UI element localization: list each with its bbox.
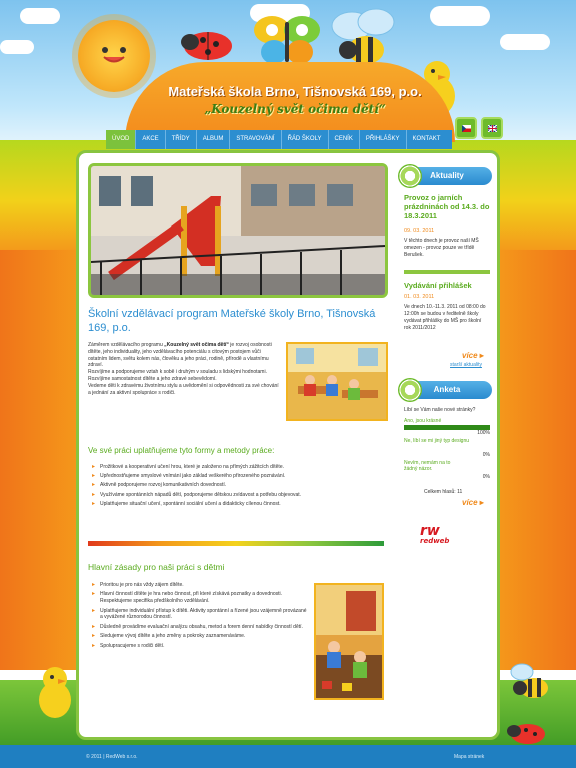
nav-item-rad-skoly[interactable]: ŘÁD ŠKOLY bbox=[282, 130, 329, 149]
news-heading: Aktuality bbox=[398, 164, 492, 188]
flag-cz-icon bbox=[462, 125, 471, 132]
news-separator bbox=[404, 270, 490, 274]
news-heading-label: Aktuality bbox=[430, 171, 464, 180]
news-more-link[interactable]: více bbox=[462, 351, 484, 360]
news-item-text: Ve dnech 10.-11.3. 2011 od 08:00 do 12:0… bbox=[404, 304, 486, 331]
bubble-icon bbox=[398, 164, 422, 188]
news-item-title[interactable]: Provoz o jarních prázdninách od 14.3. do… bbox=[404, 193, 492, 220]
classroom-photo bbox=[286, 342, 388, 421]
list-item: Aktivně podporujeme rozvoj komunikativní… bbox=[92, 481, 301, 490]
news-archive-link[interactable]: starší aktuality bbox=[450, 362, 482, 368]
list-item: Sledujeme vývoj dítěte a jeho změny a po… bbox=[92, 633, 308, 640]
page: Mateřská škola Brno, Tišnovská 169, p.o.… bbox=[0, 0, 576, 768]
poll-percent: 0% bbox=[482, 474, 490, 480]
list-item: Využíváme spontánních nápadů dětí, podpo… bbox=[92, 491, 301, 500]
redweb-logo-mark: rw bbox=[420, 523, 440, 539]
poll-question: Líbí se Vám naše nové stránky? bbox=[404, 407, 476, 413]
nav-item-kontakt[interactable]: KONTAKT bbox=[407, 130, 447, 149]
cloud bbox=[430, 6, 490, 26]
bubble-icon bbox=[398, 378, 422, 402]
footer-copyright: © 2011 | RedWeb s.r.o. bbox=[86, 754, 138, 760]
poll-option[interactable]: Ano, jsou krásné 100% bbox=[404, 418, 490, 436]
bee-icon bbox=[510, 663, 548, 698]
sun-icon bbox=[78, 20, 150, 92]
news-item-text: V těchto dnech je provoz naší MŠ omezen … bbox=[404, 238, 479, 258]
butterfly-icon bbox=[254, 16, 320, 64]
poll-option[interactable]: Nevím, nemám na to žádný názor. 0% bbox=[404, 460, 490, 480]
intro-line: Rozvíjíme a podporujeme vztah k sobě i d… bbox=[88, 369, 267, 376]
playground-illustration bbox=[91, 166, 385, 295]
poll-more-link[interactable]: více bbox=[462, 498, 484, 507]
news-item-date: 09. 03. 2011 bbox=[404, 228, 435, 234]
list-item: Spolupracujeme s rodiči dětí. bbox=[92, 643, 308, 650]
poll-option-label: Ano, jsou krásné bbox=[404, 418, 442, 424]
cloud bbox=[500, 34, 550, 50]
language-cz-button[interactable] bbox=[455, 117, 477, 139]
intro-lead: Záměrem vzdělávacího programu bbox=[88, 342, 165, 348]
cloud bbox=[20, 8, 60, 24]
poll-heading: Anketa bbox=[398, 378, 492, 402]
flag-en-icon bbox=[488, 125, 497, 132]
intro-line: Vedeme děti k zdravému životnímu stylu a… bbox=[88, 382, 279, 396]
site-motto: „Kouzelný svět očima dětí“ bbox=[204, 102, 386, 116]
principles-list: Prioritou je pro nás vždy zájem dítěte. … bbox=[92, 582, 308, 652]
poll-option[interactable]: Ne, líbí se mi jiný typ designu 0% bbox=[404, 438, 490, 458]
site-title: Mateřská škola Brno, Tišnovská 169, p.o. bbox=[168, 84, 422, 99]
poll-option-label: Ne, líbí se mi jiný typ designu bbox=[404, 438, 470, 444]
news-item-title[interactable]: Vydávání přihlášek bbox=[404, 281, 492, 290]
nav-item-album[interactable]: ALBUM bbox=[197, 130, 231, 149]
language-en-button[interactable] bbox=[481, 117, 503, 139]
nav-item-tridy[interactable]: TŘÍDY bbox=[166, 130, 197, 149]
news-item-date: 01. 03. 2011 bbox=[404, 294, 435, 300]
nav-item-prihlasky[interactable]: PŘIHLÁŠKY bbox=[360, 130, 407, 149]
poll-percent: 0% bbox=[482, 452, 490, 458]
list-item: Prioritou je pro nás vždy zájem dítěte. bbox=[92, 582, 308, 589]
poll-option-label: Nevím, nemám na to žádný názor. bbox=[404, 460, 451, 472]
poll-percent: 100% bbox=[477, 430, 490, 436]
nav-item-cenik[interactable]: CENÍK bbox=[329, 130, 360, 149]
redweb-logo[interactable]: rw redweb bbox=[420, 524, 472, 546]
nav-item-stravovani[interactable]: STRAVOVÁNÍ bbox=[230, 130, 282, 149]
ladybug-icon bbox=[181, 32, 232, 60]
list-item: Hlavní činností dítěte je hra nebo činno… bbox=[92, 591, 308, 605]
cloud bbox=[0, 40, 34, 54]
ladybug-icon bbox=[507, 724, 545, 744]
program-name: „Kouzelný svět očima dětí“ bbox=[164, 342, 229, 348]
list-item: Uplatňujeme situační učení, spontánní so… bbox=[92, 500, 301, 509]
poll-total: Celkem hlasů: 11 bbox=[424, 489, 463, 495]
list-item: Upřednostňujeme smyslové vnímání jako zá… bbox=[92, 472, 301, 481]
chick-icon bbox=[39, 667, 71, 718]
rainbow-divider bbox=[88, 541, 384, 546]
intro-text: Záměrem vzdělávacího programu „Kouzelný … bbox=[88, 342, 280, 396]
page-title: Školní vzdělávací program Mateřské školy… bbox=[88, 308, 376, 334]
list-item: Prožitkové a kooperativní učení hrou, kt… bbox=[92, 463, 301, 472]
nav-item-akce[interactable]: AKCE bbox=[136, 130, 166, 149]
methods-heading: Ve své práci uplatňujeme tyto formy a me… bbox=[88, 446, 275, 455]
methods-list: Prožitkové a kooperativní učení hrou, kt… bbox=[92, 463, 301, 509]
main-navigation: ÚVOD AKCE TŘÍDY ALBUM STRAVOVÁNÍ ŘÁD ŠKO… bbox=[106, 130, 452, 149]
intro-line: Rozvíjíme samostatnost dítěte a jeho zdr… bbox=[88, 375, 217, 382]
list-item: Důsledně provádíme evaluační analýzu obs… bbox=[92, 624, 308, 631]
principles-heading: Hlavní zásady pro naši práci s dětmi bbox=[88, 562, 225, 572]
sitemap-link[interactable]: Mapa stránek bbox=[454, 754, 484, 760]
redweb-logo-word: redweb bbox=[420, 537, 450, 545]
poll-heading-label: Anketa bbox=[433, 385, 461, 394]
kids-playing-photo bbox=[314, 583, 384, 700]
hero-photo bbox=[88, 163, 388, 298]
nav-item-uvod[interactable]: ÚVOD bbox=[106, 130, 137, 149]
list-item: Uplatňujeme individuální přístup k dítět… bbox=[92, 608, 308, 622]
